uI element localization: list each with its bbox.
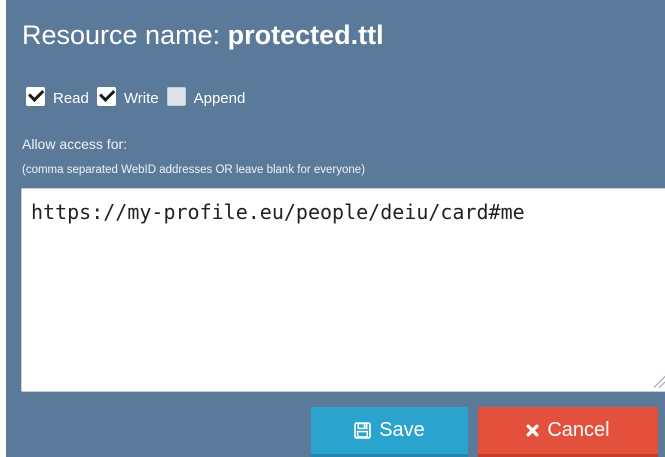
webid-textarea[interactable] xyxy=(21,188,665,392)
perm-write[interactable]: Write xyxy=(96,86,159,108)
append-label: Append xyxy=(193,89,246,107)
dialog-title: Resource name: protected.ttl xyxy=(22,18,384,52)
cancel-label: Cancel xyxy=(547,419,610,441)
perm-append[interactable]: Append xyxy=(166,86,246,108)
title-prefix: Resource name: xyxy=(22,20,221,50)
allow-access-label: Allow access for: xyxy=(22,136,128,152)
resource-permissions-dialog: Resource name: protected.ttl Read Write … xyxy=(6,0,665,457)
write-checkbox[interactable] xyxy=(96,86,116,106)
close-icon xyxy=(526,424,539,437)
perm-read[interactable]: Read xyxy=(26,86,89,108)
resource-name: protected.ttl xyxy=(227,20,384,50)
read-checkbox[interactable] xyxy=(26,86,45,106)
append-checkbox[interactable] xyxy=(166,86,186,106)
floppy-disk-icon xyxy=(354,422,371,439)
write-label: Write xyxy=(123,89,159,107)
cancel-button[interactable]: Cancel xyxy=(478,407,658,457)
textarea-resize-handle[interactable] xyxy=(654,376,665,388)
save-label: Save xyxy=(379,419,425,441)
permission-checkboxes: Read Write Append xyxy=(26,84,253,112)
read-label: Read xyxy=(53,89,89,107)
save-button[interactable]: Save xyxy=(311,407,468,457)
allow-access-hint: (comma separated WebID addresses OR leav… xyxy=(22,164,366,176)
